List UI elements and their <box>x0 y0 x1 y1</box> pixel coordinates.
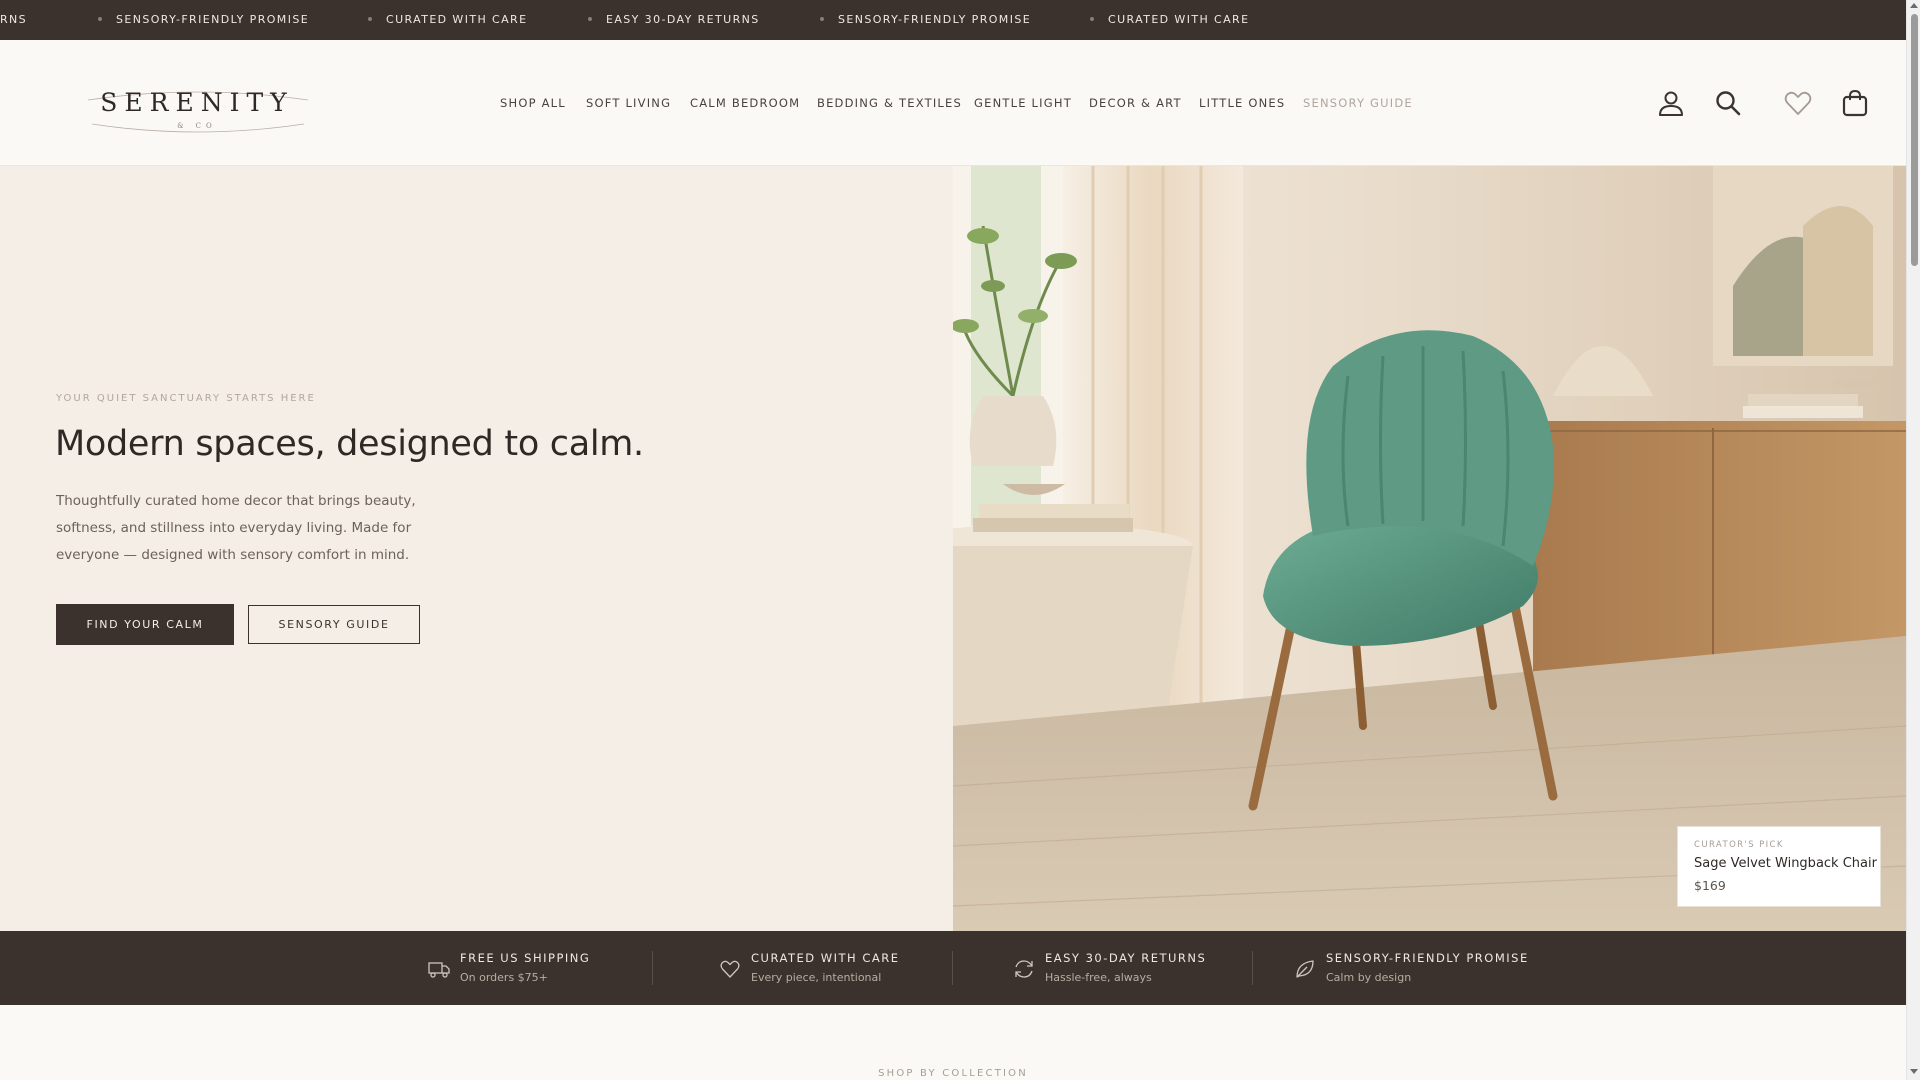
trust-title: CURATED WITH CARE <box>751 951 900 965</box>
trust-subtitle: On orders $75+ <box>460 971 548 984</box>
scrollbar-thumb[interactable] <box>1911 14 1918 266</box>
announcement-item: RNS <box>0 0 27 40</box>
leaf-icon <box>1294 958 1316 980</box>
hero-image <box>953 166 1906 931</box>
announcement-text: SENSORY-FRIENDLY PROMISE <box>838 13 1032 26</box>
trust-subtitle: Every piece, intentional <box>751 971 882 984</box>
logo[interactable]: SERENITY & CO <box>82 80 312 138</box>
nav-calm-bedroom[interactable]: CALM BEDROOM <box>690 96 800 110</box>
logo-subtitle: & CO <box>177 122 217 130</box>
trust-title: FREE US SHIPPING <box>460 951 591 965</box>
nav-decor-art[interactable]: DECOR & ART <box>1089 96 1182 110</box>
find-your-calm-button[interactable]: FIND YOUR CALM <box>56 604 234 645</box>
curator-product-name: Sage Velvet Wingback Chair <box>1694 856 1877 871</box>
nav-gentle-light[interactable]: GENTLE LIGHT <box>974 96 1072 110</box>
nav-little-ones[interactable]: LITTLE ONES <box>1199 96 1285 110</box>
page-scrollbar[interactable] <box>1906 0 1920 1080</box>
scroll-up-icon[interactable] <box>1910 3 1918 8</box>
trust-subtitle: Calm by design <box>1326 971 1412 984</box>
shipping-icon <box>428 958 450 980</box>
announcement-text: RNS <box>0 13 28 26</box>
returns-icon <box>1013 958 1035 980</box>
bullet-dot-icon <box>98 17 102 21</box>
trust-divider <box>652 951 653 985</box>
announcement-item: EASY 30-DAY RETURNS <box>588 0 760 40</box>
scroll-down-icon[interactable] <box>1910 1069 1918 1074</box>
announcement-item: CURATED WITH CARE <box>368 0 527 40</box>
announcement-text: SENSORY-FRIENDLY PROMISE <box>116 13 310 26</box>
trust-bar: FREE US SHIPPING On orders $75+ CURATED … <box>0 931 1906 1005</box>
announcement-item: CURATED WITH CARE <box>1090 0 1249 40</box>
nav-bedding-textiles[interactable]: BEDDING & TEXTILES <box>817 96 962 110</box>
curator-label: CURATOR'S PICK <box>1694 840 1784 850</box>
heart-icon[interactable] <box>1783 88 1813 118</box>
curator-product-price: $169 <box>1694 878 1726 893</box>
trust-divider <box>1252 951 1253 985</box>
trust-subtitle: Hassle-free, always <box>1045 971 1152 984</box>
trust-title: EASY 30-DAY RETURNS <box>1045 951 1207 965</box>
nav-sensory-guide[interactable]: SENSORY GUIDE <box>1303 96 1413 110</box>
announcement-track: RNS SENSORY-FRIENDLY PROMISE CURATED WIT… <box>0 0 1906 40</box>
heart-outline-icon <box>719 958 741 980</box>
site-header: SERENITY & CO SHOP ALL SOFT LIVING CALM … <box>0 40 1906 166</box>
bullet-dot-icon <box>588 17 592 21</box>
nav-soft-living[interactable]: SOFT LIVING <box>586 96 671 110</box>
announcement-text: CURATED WITH CARE <box>1108 13 1250 26</box>
section-label: SHOP BY COLLECTION <box>878 1068 1028 1079</box>
curator-pick-card[interactable]: CURATOR'S PICK Sage Velvet Wingback Chai… <box>1677 826 1881 907</box>
hero-eyebrow: YOUR QUIET SANCTUARY STARTS HERE <box>56 393 316 404</box>
chair-scene-illustration <box>953 166 1906 931</box>
hero-body-copy: Thoughtfully curated home decor that bri… <box>56 493 416 563</box>
search-icon[interactable] <box>1713 88 1743 118</box>
bullet-dot-icon <box>1090 17 1094 21</box>
nav-shop-all[interactable]: SHOP ALL <box>500 96 566 110</box>
announcement-text: CURATED WITH CARE <box>386 13 528 26</box>
announcement-item: SENSORY-FRIENDLY PROMISE <box>98 0 309 40</box>
announcement-bar: RNS SENSORY-FRIENDLY PROMISE CURATED WIT… <box>0 0 1906 40</box>
trust-title: SENSORY-FRIENDLY PROMISE <box>1326 951 1529 965</box>
sensory-guide-button[interactable]: SENSORY GUIDE <box>248 605 420 644</box>
hero-headline: Modern spaces, designed to calm. <box>55 424 644 464</box>
trust-divider <box>952 951 953 985</box>
account-icon[interactable] <box>1656 88 1686 118</box>
logo-wordmark: SERENITY <box>100 88 294 117</box>
bullet-dot-icon <box>368 17 372 21</box>
announcement-item: SENSORY-FRIENDLY PROMISE <box>820 0 1031 40</box>
bullet-dot-icon <box>820 17 824 21</box>
announcement-text: EASY 30-DAY RETURNS <box>606 13 760 26</box>
bag-icon[interactable] <box>1840 88 1870 118</box>
